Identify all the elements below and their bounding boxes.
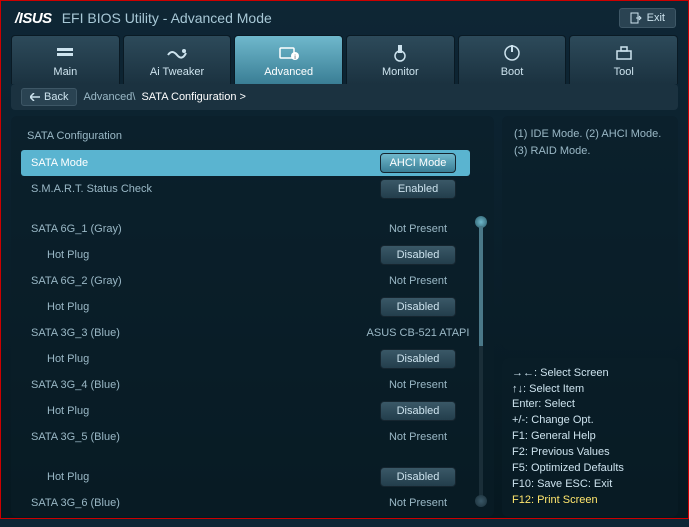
setting-row[interactable]: SATA 3G_3 (Blue)ASUS CB-521 ATAPI [21, 320, 470, 346]
svg-text:i: i [294, 55, 295, 61]
setting-value-button[interactable]: Disabled [380, 297, 456, 317]
key-hints: →←: Select Screen↑↓: Select ItemEnter: S… [502, 358, 678, 517]
key-hint: F2: Previous Values [512, 445, 668, 461]
setting-value-button[interactable]: Disabled [380, 349, 456, 369]
setting-label: SATA 3G_6 (Blue) [21, 497, 366, 509]
brand: /ISUS EFI BIOS Utility - Advanced Mode [15, 10, 272, 27]
tab-bar: Main Ai Tweaker i Advanced Monitor Boot Tool [1, 31, 688, 84]
setting-value-button[interactable]: AHCI Mode [380, 153, 456, 173]
main-panel: SATA Configuration SATA ModeAHCI ModeS.M… [11, 116, 494, 517]
setting-label: Hot Plug [21, 405, 380, 417]
key-hint: F5: Optimized Defaults [512, 461, 668, 477]
exit-button[interactable]: Exit [619, 8, 676, 28]
tab-icon [347, 44, 454, 62]
tab-icon: i [235, 44, 342, 62]
setting-value: Not Present [366, 275, 470, 287]
setting-value-button[interactable]: Disabled [380, 245, 456, 265]
breadcrumb-path: Advanced\ [83, 91, 135, 103]
setting-row[interactable]: Hot PlugDisabled [21, 242, 470, 268]
setting-label: SATA 6G_1 (Gray) [21, 223, 366, 235]
setting-row[interactable]: Hot PlugDisabled [21, 346, 470, 372]
key-hint: F10: Save ESC: Exit [512, 477, 668, 493]
setting-row[interactable]: S.M.A.R.T. Status CheckEnabled [21, 176, 470, 202]
setting-value: Not Present [366, 497, 470, 509]
key-hint: F12: Print Screen [512, 493, 668, 509]
tab-label: Advanced [235, 66, 342, 78]
back-arrow-icon [30, 93, 40, 101]
scroll-thumb[interactable] [479, 226, 483, 346]
tab-ai-tweaker[interactable]: Ai Tweaker [123, 35, 232, 84]
scrollbar[interactable] [474, 126, 488, 507]
setting-value: Not Present [366, 223, 470, 235]
tab-icon [12, 44, 119, 62]
breadcrumb-current: SATA Configuration > [141, 91, 245, 103]
app-title: EFI BIOS Utility - Advanced Mode [62, 10, 272, 26]
setting-row[interactable]: SATA 3G_4 (Blue)Not Present [21, 372, 470, 398]
key-hint: F1: General Help [512, 429, 668, 445]
logo: /ISUS [15, 10, 52, 27]
tab-main[interactable]: Main [11, 35, 120, 84]
tab-advanced[interactable]: i Advanced [234, 35, 343, 84]
setting-row[interactable]: SATA 6G_2 (Gray)Not Present [21, 268, 470, 294]
setting-label: Hot Plug [21, 353, 380, 365]
setting-label: SATA 3G_4 (Blue) [21, 379, 366, 391]
header: /ISUS EFI BIOS Utility - Advanced Mode E… [1, 1, 688, 31]
setting-label: Hot Plug [21, 471, 380, 483]
setting-row[interactable]: Hot PlugDisabled [21, 398, 470, 424]
key-hint: +/-: Change Opt. [512, 413, 668, 429]
key-hint: →←: Select Screen [512, 366, 668, 382]
setting-value: Not Present [366, 379, 470, 391]
setting-label: SATA Mode [21, 157, 380, 169]
exit-label: Exit [647, 12, 665, 24]
tab-label: Ai Tweaker [124, 66, 231, 78]
breadcrumb: Back Advanced\ SATA Configuration > [11, 84, 678, 110]
setting-row[interactable]: SATA ModeAHCI Mode [21, 150, 470, 176]
setting-row[interactable]: SATA 6G_1 (Gray)Not Present [21, 216, 470, 242]
content-area: SATA Configuration SATA ModeAHCI ModeS.M… [1, 110, 688, 527]
setting-value: ASUS CB-521 ATAPI [366, 327, 470, 339]
setting-label: S.M.A.R.T. Status Check [21, 183, 380, 195]
setting-label: Hot Plug [21, 249, 380, 261]
setting-label: Hot Plug [21, 301, 380, 313]
side-panel: (1) IDE Mode. (2) AHCI Mode. (3) RAID Mo… [502, 116, 678, 517]
setting-value-button[interactable]: Enabled [380, 179, 456, 199]
exit-icon [630, 12, 642, 24]
tab-label: Boot [459, 66, 566, 78]
tab-icon [459, 44, 566, 62]
setting-row[interactable]: Hot PlugDisabled [21, 464, 470, 490]
back-label: Back [44, 91, 68, 103]
setting-label: SATA 3G_3 (Blue) [21, 327, 366, 339]
tab-label: Monitor [347, 66, 454, 78]
tab-monitor[interactable]: Monitor [346, 35, 455, 84]
setting-value: Not Present [366, 431, 470, 443]
setting-value-button[interactable]: Disabled [380, 467, 456, 487]
tab-label: Main [12, 66, 119, 78]
scroll-track [479, 216, 483, 507]
scroll-handle-bottom[interactable] [475, 495, 487, 507]
tab-boot[interactable]: Boot [458, 35, 567, 84]
tab-icon [124, 44, 231, 62]
setting-row[interactable]: Hot PlugDisabled [21, 294, 470, 320]
section-title: SATA Configuration [21, 126, 470, 150]
setting-value-button[interactable]: Disabled [380, 401, 456, 421]
setting-row[interactable]: SATA 3G_6 (Blue)Not Present [21, 490, 470, 516]
key-hint: Enter: Select [512, 397, 668, 413]
tab-tool[interactable]: Tool [569, 35, 678, 84]
help-box: (1) IDE Mode. (2) AHCI Mode. (3) RAID Mo… [502, 116, 678, 350]
setting-row[interactable]: SATA 3G_5 (Blue)Not Present [21, 424, 470, 450]
key-hint: ↑↓: Select Item [512, 382, 668, 398]
tab-icon [570, 44, 677, 62]
tab-label: Tool [570, 66, 677, 78]
settings-list: SATA Configuration SATA ModeAHCI ModeS.M… [21, 126, 470, 507]
setting-label: SATA 6G_2 (Gray) [21, 275, 366, 287]
back-button[interactable]: Back [21, 88, 77, 106]
setting-label: SATA 3G_5 (Blue) [21, 431, 366, 443]
